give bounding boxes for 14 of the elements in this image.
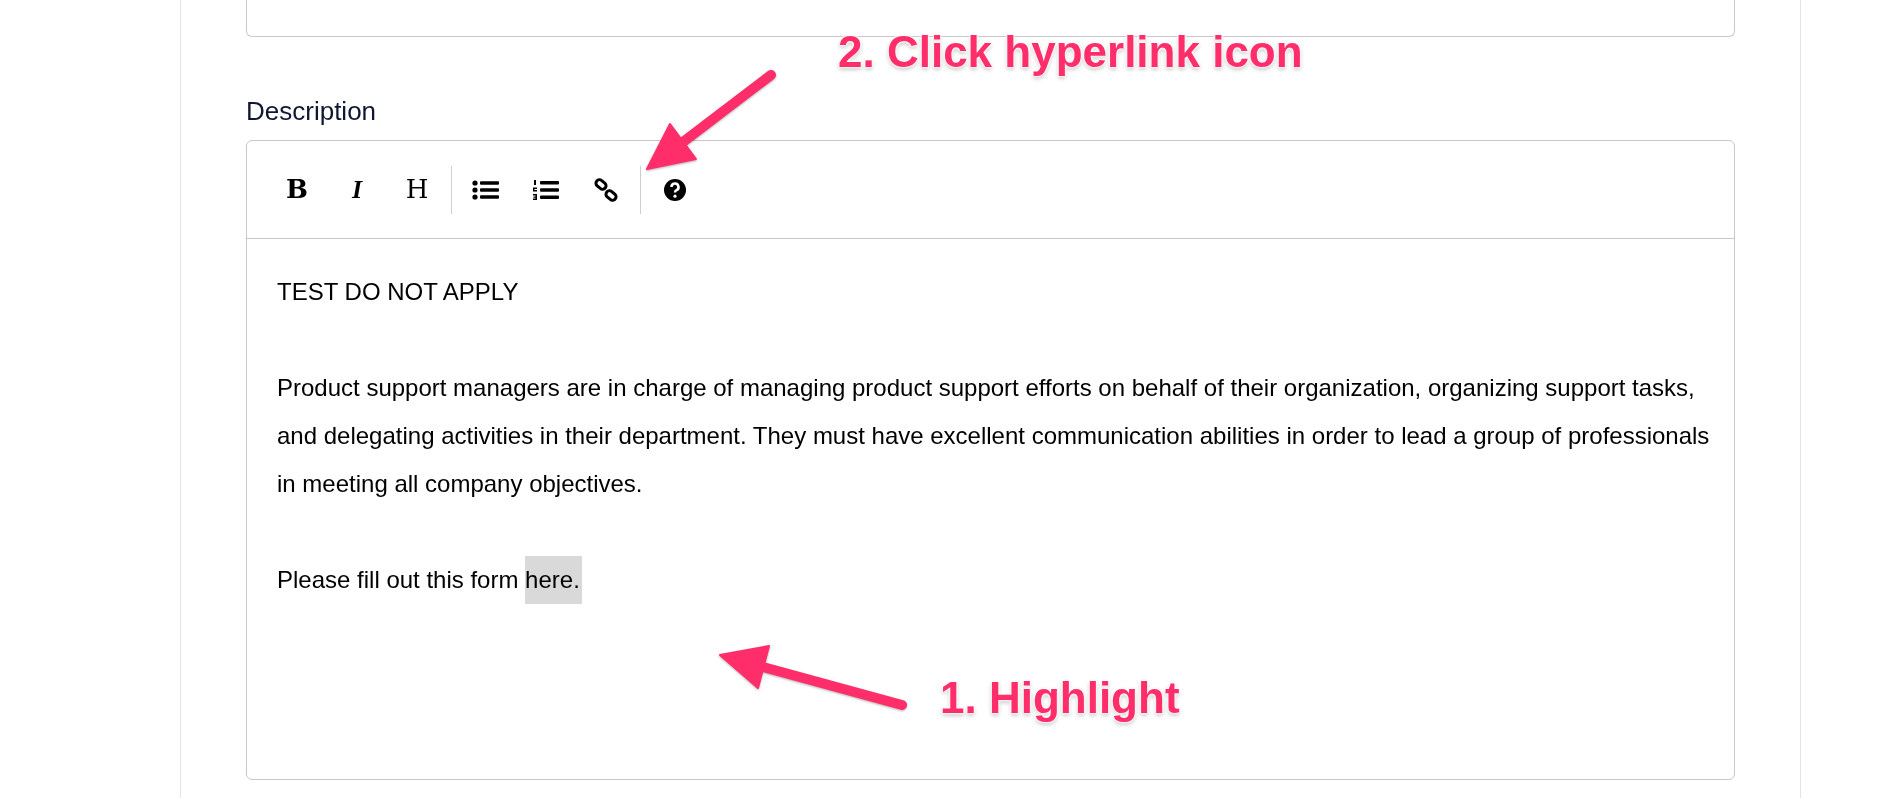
bold-button[interactable]: B bbox=[275, 167, 319, 212]
heading-button[interactable]: H bbox=[395, 167, 439, 212]
text-field[interactable] bbox=[246, 0, 1735, 37]
field-label: Description bbox=[246, 95, 377, 127]
paragraph: Please fill out this form here. bbox=[277, 556, 1710, 604]
annotation-label: 1. Highlight bbox=[940, 673, 1180, 723]
numbered-list-icon bbox=[532, 178, 560, 201]
help-icon bbox=[663, 177, 687, 202]
bullet-list-icon bbox=[472, 179, 500, 200]
paragraph: TEST DO NOT APPLY bbox=[277, 277, 520, 307]
paragraph: Product support managers are in charge of managing product support efforts on behalf of their organization, organizing support tasks, and delegating activities in their department. They must have excellent communication abilities in order to lead a group of professionals in meeting all company objectives. bbox=[277, 373, 1710, 499]
link-icon bbox=[594, 177, 618, 202]
italic-button[interactable]: I bbox=[335, 167, 379, 212]
annotation-label: 2. Click hyperlink icon bbox=[838, 27, 1303, 77]
